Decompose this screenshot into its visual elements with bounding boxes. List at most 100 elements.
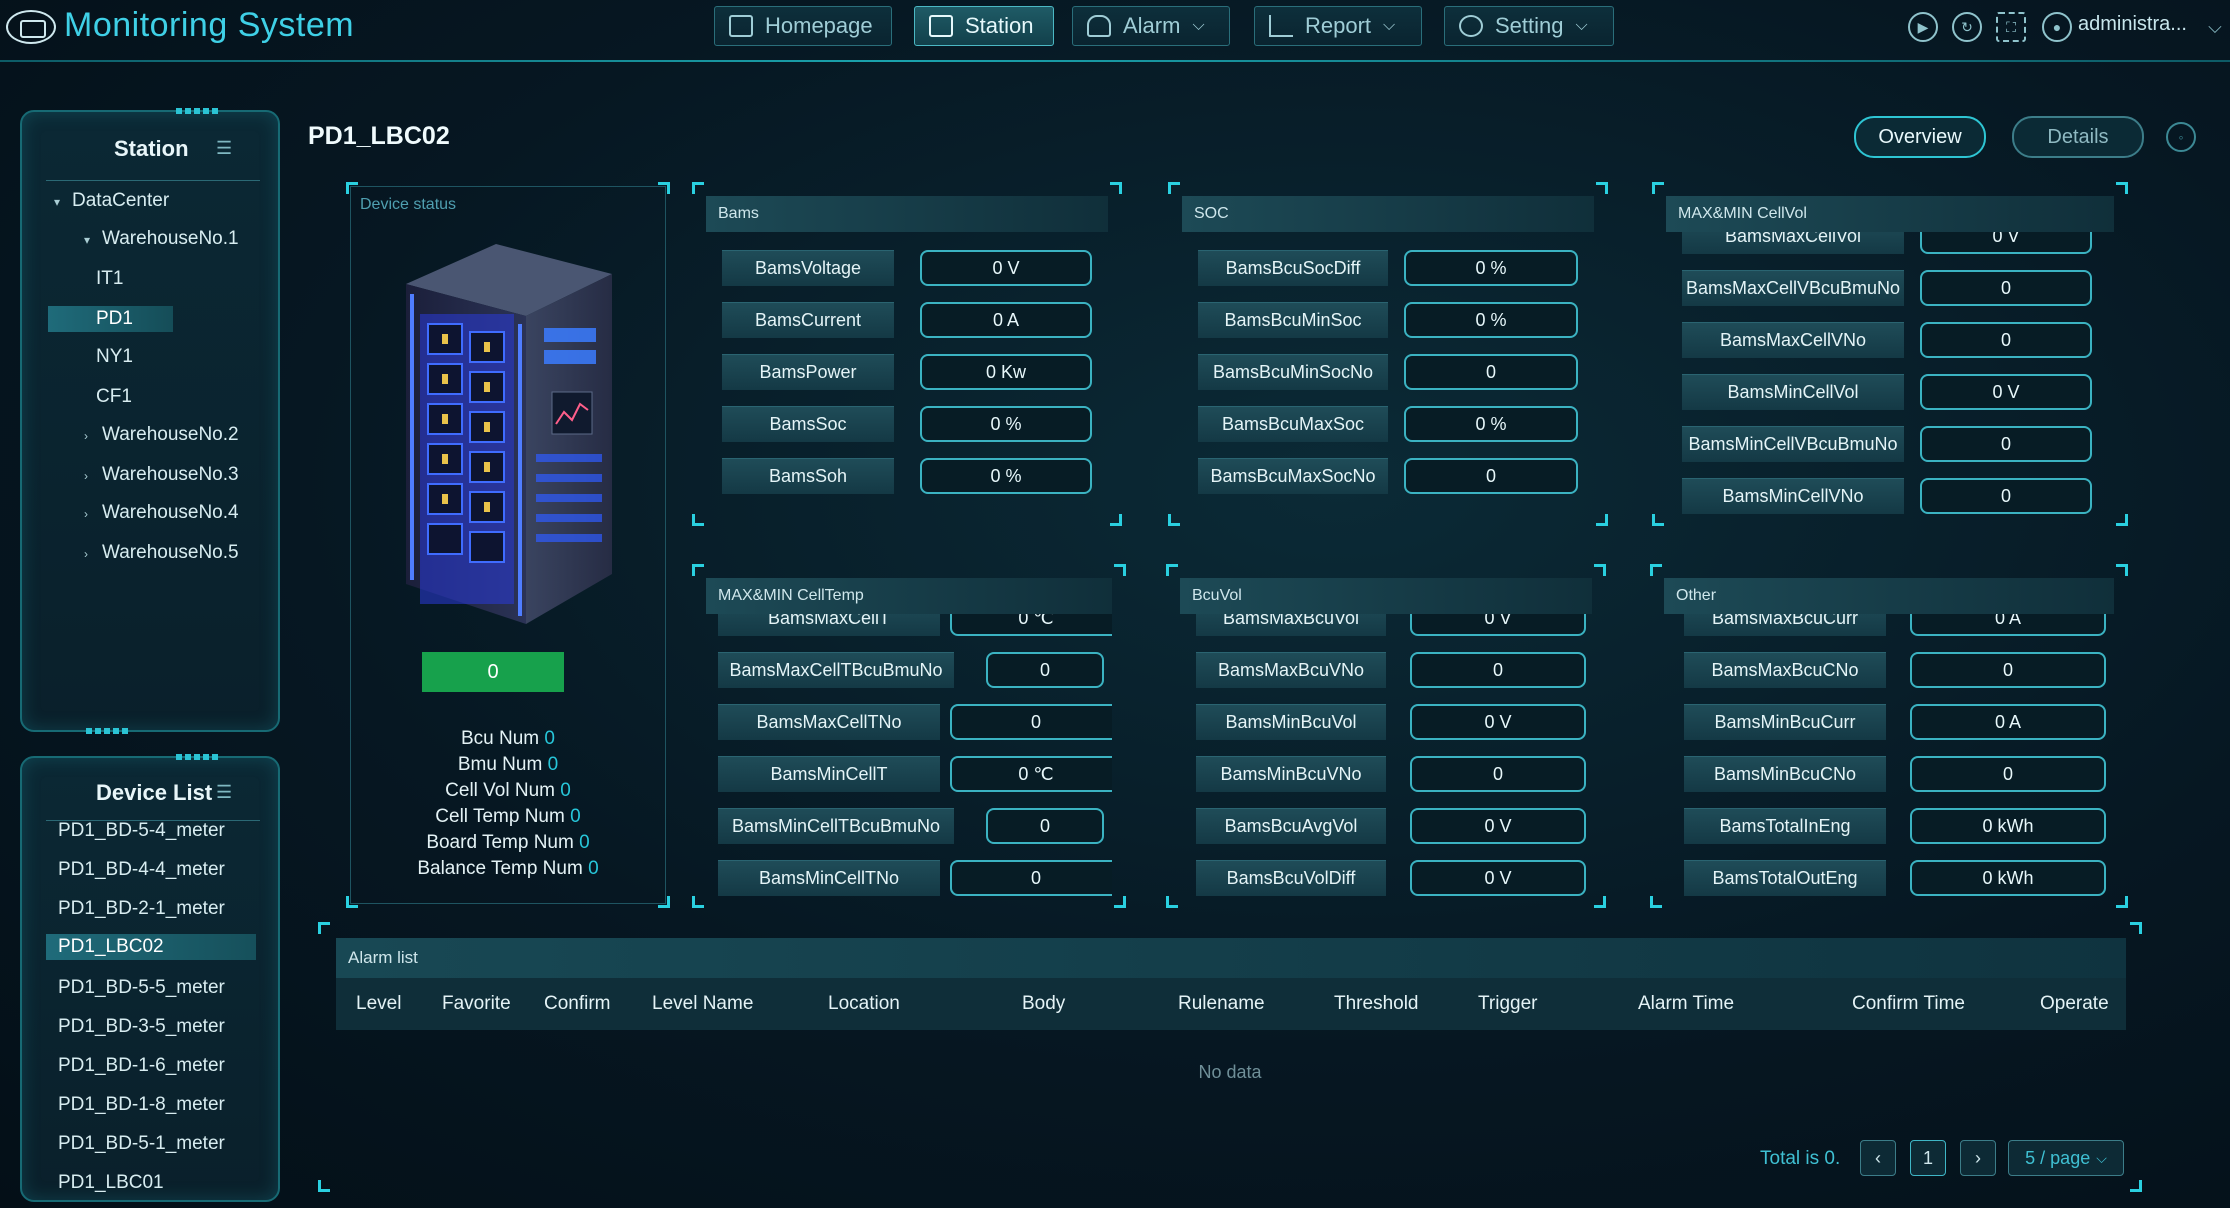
tab-overview[interactable]: Overview: [1854, 116, 1986, 158]
device-item-selected[interactable]: PD1_LBC02: [46, 934, 256, 960]
page-size-select[interactable]: 5 / page ⌵: [2008, 1140, 2124, 1176]
device-item[interactable]: PD1_BD-5-1_meter: [58, 1133, 225, 1155]
nav-station[interactable]: Station: [914, 6, 1054, 46]
data-row: BamsMinCellVBcuBmuNo 0: [1682, 426, 2102, 462]
tab-details[interactable]: Details: [2012, 116, 2144, 158]
filter-search-icon[interactable]: ☰: [216, 138, 242, 158]
play-icon[interactable]: ▶: [1908, 12, 1938, 42]
row-label: BamsMinCellT: [718, 756, 940, 792]
tree-item-warehouse-2[interactable]: › WarehouseNo.2: [64, 424, 239, 446]
tree-label: PD1: [96, 308, 133, 329]
card-soc: SOC BamsBcuSocDiff 0 % BamsBcuMinSoc 0 % B…: [1168, 182, 1608, 526]
device-item[interactable]: PD1_LBC01: [58, 1172, 164, 1194]
fullscreen-icon[interactable]: ⛶: [1996, 12, 2026, 42]
column-header[interactable]: Rulename: [1178, 993, 1265, 1015]
card-corner: [318, 922, 330, 934]
device-item[interactable]: PD1_BD-4-4_meter: [58, 859, 225, 881]
card-scroll-area[interactable]: BamsMaxBcuCurr 0 A BamsMaxBcuCNo 0 BamsMin…: [1664, 614, 2114, 896]
filter-search-icon[interactable]: ☰: [216, 782, 242, 802]
prev-page-icon[interactable]: ‹: [1860, 1140, 1896, 1176]
data-row: BamsBcuSocDiff 0 %: [1198, 250, 1588, 286]
device-item[interactable]: PD1_BD-5-4_meter: [58, 820, 225, 842]
device-item[interactable]: PD1_BD-5-5_meter: [58, 977, 225, 999]
station-icon: [929, 15, 953, 37]
tree-item-datacenter[interactable]: ▾ DataCenter: [54, 190, 169, 212]
stat-bcu-num: Bcu Num 0: [461, 728, 555, 749]
tree-label: IT1: [96, 268, 124, 289]
column-header[interactable]: Level Name: [652, 993, 753, 1015]
nav-homepage[interactable]: Homepage: [714, 6, 892, 46]
device-item[interactable]: PD1_BD-2-1_meter: [58, 898, 225, 920]
alarm-list-title: Alarm list: [336, 938, 2126, 978]
tree-label: WarehouseNo.5: [102, 542, 239, 563]
tree-item-warehouse-5[interactable]: › WarehouseNo.5: [64, 542, 239, 564]
column-header[interactable]: Favorite: [442, 993, 511, 1015]
row-label: BamsMaxCellT: [718, 614, 940, 636]
tree-item-ny1[interactable]: NY1: [96, 346, 133, 368]
page-title: PD1_LBC02: [308, 122, 450, 150]
device-status-title: Device status: [360, 196, 457, 213]
tree-item-warehouse-4[interactable]: › WarehouseNo.4: [64, 502, 239, 524]
user-icon[interactable]: ●: [2042, 12, 2072, 42]
tree-item-warehouse-3[interactable]: › WarehouseNo.3: [64, 464, 239, 486]
card-maxmin-cellvol: MAX&MIN CellVol BamsMaxCellVol 0 V BamsMa…: [1652, 182, 2128, 526]
row-value: 0: [1410, 756, 1586, 792]
data-row: BamsMinBcuCNo 0: [1684, 756, 2106, 792]
tree-item-warehouse-1[interactable]: ▾ WarehouseNo.1: [60, 228, 239, 250]
tree-item-pd1[interactable]: PD1: [48, 306, 173, 332]
card-corner: [1652, 182, 1664, 194]
page-number-button[interactable]: 1: [1910, 1140, 1946, 1176]
device-item[interactable]: PD1_BD-1-6_meter: [58, 1055, 225, 1077]
card-scroll-area[interactable]: BamsMaxBcuVol 0 V BamsMaxBcuVNo 0 BamsMinB…: [1180, 614, 1592, 896]
column-header[interactable]: Level: [356, 993, 401, 1015]
tree-item-cf1[interactable]: CF1: [96, 386, 132, 408]
nav-label: Homepage: [765, 13, 873, 38]
station-panel: Station ☰ ▾ DataCenter ▾ WarehouseNo.1 IT1…: [20, 108, 280, 734]
chevron-down-icon[interactable]: ⌵: [2200, 12, 2230, 42]
column-header[interactable]: Location: [828, 993, 900, 1015]
row-value: 0: [1920, 478, 2092, 514]
data-row: BamsVoltage 0 V: [722, 250, 1102, 286]
card-corner: [1114, 896, 1126, 908]
card-title: MAX&MIN CellVol: [1666, 196, 2114, 232]
device-item[interactable]: PD1_BD-1-8_meter: [58, 1094, 225, 1116]
row-value: 0: [1920, 270, 2092, 306]
column-header[interactable]: Body: [1022, 993, 1065, 1015]
row-value: 0 V: [920, 250, 1092, 286]
card-scroll-area[interactable]: BamsMaxCellT 0 ℃ BamsMaxCellTBcuBmuNo 0 Ba…: [706, 614, 1112, 896]
card-corner: [1652, 514, 1664, 526]
row-label: BamsBcuSocDiff: [1198, 250, 1388, 286]
card-scroll-area[interactable]: BamsMaxCellVol 0 V BamsMaxCellVBcuBmuNo 0 …: [1666, 232, 2114, 514]
row-value: 0 V: [1410, 704, 1586, 740]
refresh-icon[interactable]: ↻: [1952, 12, 1982, 42]
data-row: BamsMinCellTBcuBmuNo 0: [718, 808, 1112, 844]
column-header[interactable]: Trigger: [1478, 993, 1537, 1015]
next-page-icon[interactable]: ›: [1960, 1140, 1996, 1176]
tree-item-it1[interactable]: IT1: [96, 268, 123, 290]
nav-report[interactable]: Report ⌵: [1254, 6, 1422, 46]
card-corner: [1596, 514, 1608, 526]
card-corner: [692, 896, 704, 908]
device-item[interactable]: PD1_BD-3-5_meter: [58, 1016, 225, 1038]
app-title: Monitoring System: [64, 6, 355, 44]
nav-alarm[interactable]: Alarm ⌵: [1072, 6, 1230, 46]
nav-setting[interactable]: Setting ⌵: [1444, 6, 1614, 46]
settings-circle-icon[interactable]: ◦: [2166, 122, 2196, 152]
gear-icon: [1459, 15, 1483, 37]
column-header[interactable]: Threshold: [1334, 993, 1419, 1015]
row-label: BamsMinBcuVNo: [1196, 756, 1386, 792]
card-corner: [1594, 896, 1606, 908]
alarm-table-header: Level Favorite Confirm Level Name Locati…: [336, 978, 2126, 1030]
card-corner: [2116, 564, 2128, 576]
column-header[interactable]: Operate: [2040, 993, 2109, 1015]
card-corner: [1168, 182, 1180, 194]
column-header[interactable]: Alarm Time: [1638, 993, 1734, 1015]
column-header[interactable]: Confirm: [544, 993, 611, 1015]
column-header[interactable]: Confirm Time: [1852, 993, 1965, 1015]
device-status-value: 0: [422, 652, 564, 692]
row-label: BamsMinCellTBcuBmuNo: [718, 808, 954, 844]
user-name[interactable]: administra...: [2078, 13, 2187, 36]
grid-icon: [729, 15, 753, 37]
data-row: BamsMaxBcuVNo 0: [1196, 652, 1592, 688]
chevron-down-icon: ⌵: [1383, 17, 1396, 34]
